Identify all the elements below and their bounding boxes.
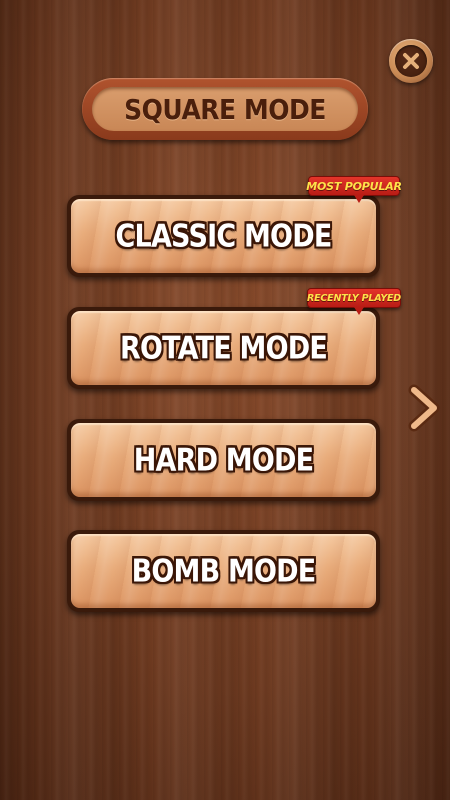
hard-mode-label: HARD MODE	[133, 442, 314, 478]
page-title: SQUARE MODE	[124, 93, 326, 125]
close-button[interactable]	[389, 39, 433, 83]
bomb-mode-label: BOMB MODE	[131, 553, 317, 589]
title-plate: SQUARE MODE	[82, 78, 368, 140]
classic-mode-face: CLASSIC MODE	[71, 199, 376, 273]
hard-mode-face: HARD MODE	[71, 423, 376, 497]
bomb-mode-face: BOMB MODE	[71, 534, 376, 608]
chevron-right-icon	[408, 384, 440, 432]
badge-tail	[354, 195, 364, 203]
hard-mode-button[interactable]: HARD MODE	[67, 419, 380, 501]
most-popular-badge: MOST POPULAR	[306, 176, 402, 203]
close-icon	[395, 45, 427, 77]
rotate-mode-face: ROTATE MODE	[71, 311, 376, 385]
classic-mode-label: CLASSIC MODE	[115, 218, 333, 254]
recently-played-badge: RECENTLY PLAYED	[307, 288, 401, 315]
bomb-mode-button[interactable]: BOMB MODE	[67, 530, 380, 612]
next-page-button[interactable]	[404, 384, 444, 432]
most-popular-badge-text: MOST POPULAR	[306, 179, 402, 193]
badge-tail	[354, 307, 364, 315]
rotate-mode-label: ROTATE MODE	[119, 330, 328, 366]
title-inner: SQUARE MODE	[92, 87, 358, 131]
classic-mode-button[interactable]: CLASSIC MODE	[67, 195, 380, 277]
recently-played-badge-text: RECENTLY PLAYED	[307, 292, 401, 304]
rotate-mode-button[interactable]: ROTATE MODE	[67, 307, 380, 389]
